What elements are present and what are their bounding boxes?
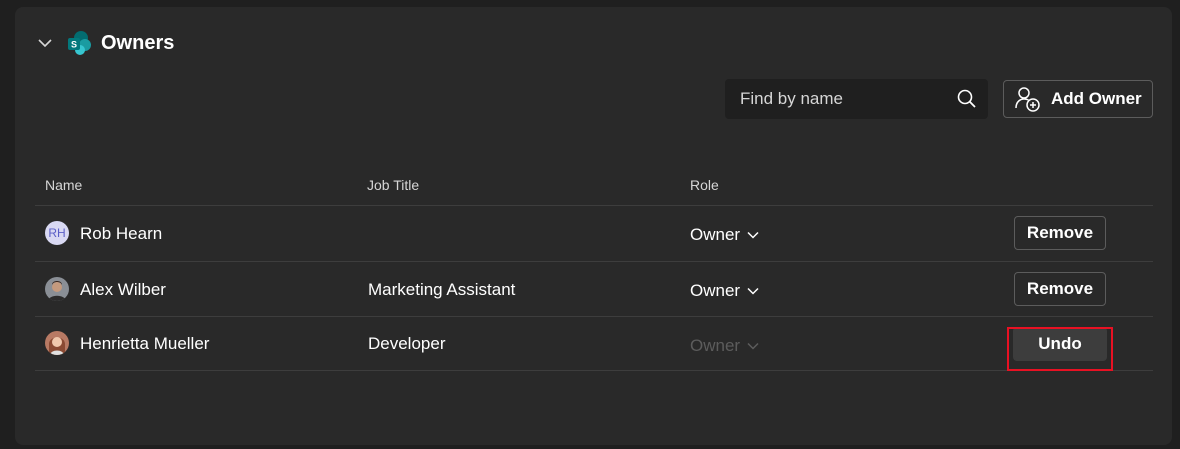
column-header-name: Name bbox=[45, 177, 83, 193]
divider bbox=[35, 370, 1153, 371]
section-header: S Owners bbox=[36, 29, 174, 57]
table-row: Alex Wilber Marketing Assistant Owner Re… bbox=[35, 262, 1153, 316]
chevron-down-icon[interactable] bbox=[36, 34, 54, 52]
role-value: Owner bbox=[690, 225, 741, 244]
row-name: Henrietta Mueller bbox=[80, 334, 210, 353]
add-owner-label: Add Owner bbox=[1051, 89, 1142, 108]
role-value: Owner bbox=[690, 336, 741, 355]
avatar bbox=[45, 331, 69, 355]
section-title: Owners bbox=[101, 31, 175, 54]
row-job-title: Marketing Assistant bbox=[368, 280, 516, 299]
owners-panel: S Owners Add Owner Name Job Title Role R… bbox=[15, 7, 1172, 445]
chevron-down-icon bbox=[747, 342, 759, 350]
column-header-job-title: Job Title bbox=[367, 177, 420, 193]
role-value: Owner bbox=[690, 281, 741, 300]
search-box[interactable] bbox=[725, 79, 988, 119]
table-row: RH Rob Hearn Owner Remove bbox=[35, 206, 1153, 260]
avatar: RH bbox=[45, 221, 69, 245]
avatar bbox=[45, 277, 69, 301]
add-person-icon bbox=[1013, 84, 1043, 114]
add-owner-button[interactable]: Add Owner bbox=[1003, 80, 1153, 118]
row-name: Rob Hearn bbox=[80, 224, 163, 243]
sharepoint-logo-icon: S bbox=[66, 30, 92, 56]
table-row: Henrietta Mueller Developer Owner Undo bbox=[35, 317, 1153, 371]
row-job-title: Developer bbox=[368, 334, 446, 353]
role-dropdown-disabled: Owner bbox=[690, 336, 760, 356]
role-dropdown[interactable]: Owner bbox=[690, 281, 760, 301]
chevron-down-icon bbox=[747, 231, 759, 239]
remove-button[interactable]: Remove bbox=[1014, 216, 1106, 250]
highlight-box bbox=[1007, 327, 1113, 371]
role-dropdown[interactable]: Owner bbox=[690, 225, 760, 245]
row-name: Alex Wilber bbox=[80, 280, 166, 299]
remove-button[interactable]: Remove bbox=[1014, 272, 1106, 306]
search-input[interactable] bbox=[725, 79, 957, 119]
column-header-role: Role bbox=[690, 177, 719, 193]
svg-text:S: S bbox=[71, 40, 77, 50]
chevron-down-icon bbox=[747, 287, 759, 295]
search-icon[interactable] bbox=[956, 88, 978, 110]
